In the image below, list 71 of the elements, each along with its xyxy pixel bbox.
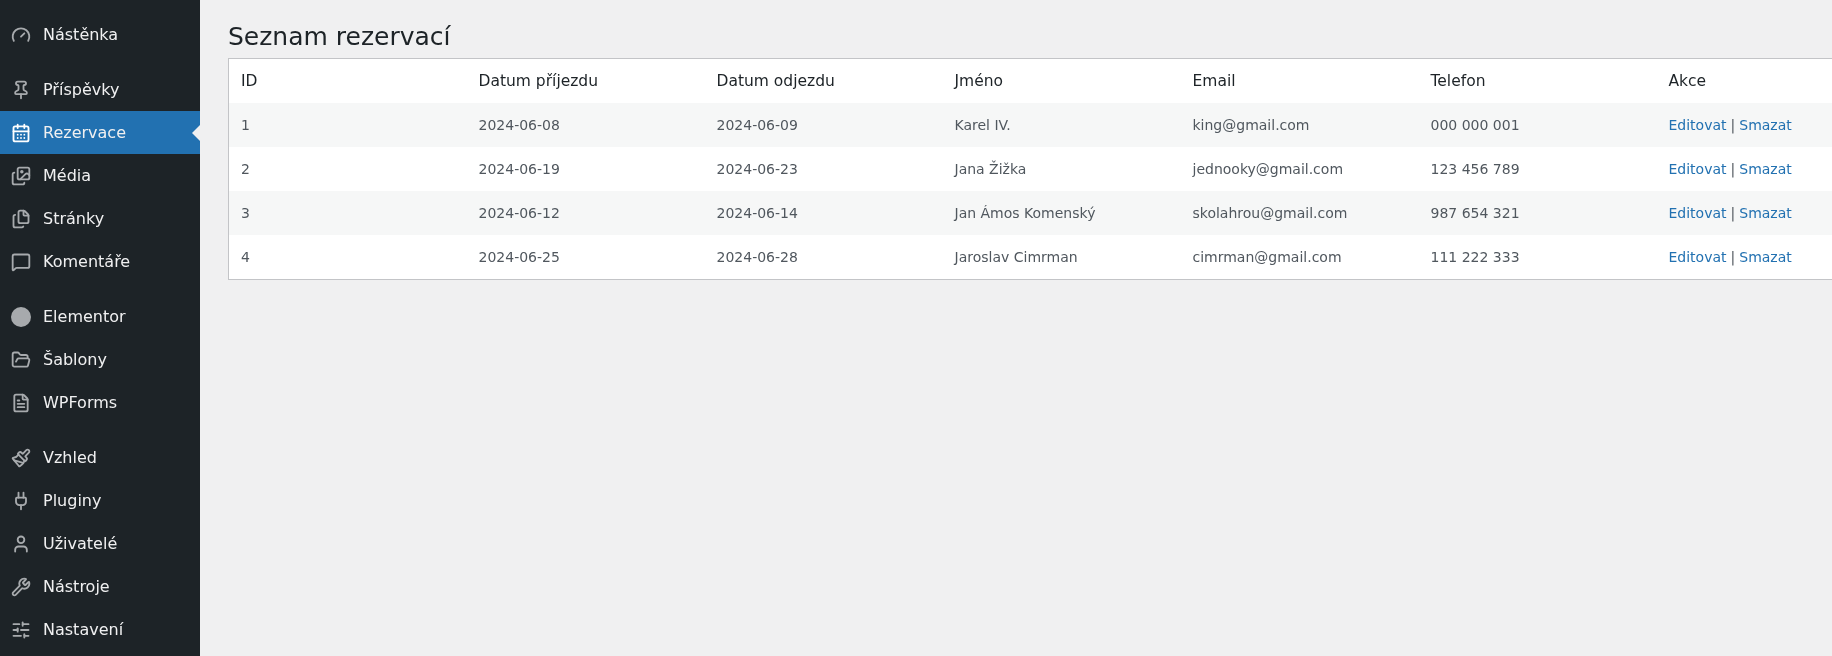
sidebar-item[interactable]: WPForms [0, 381, 200, 424]
table-cell: 2024-06-28 [704, 235, 943, 280]
table-cell: cimrman@gmail.com [1180, 235, 1419, 280]
gauge-icon [11, 24, 31, 45]
table-cell: 000 000 001 [1418, 103, 1657, 147]
sidebar-item[interactable]: Komentáře [0, 240, 200, 283]
separator-text: | [1730, 161, 1736, 177]
column-header: Jméno [942, 58, 1181, 103]
wrench-icon [11, 576, 31, 597]
table-cell: Jan Ámos Komenský [942, 191, 1181, 235]
edit-link[interactable]: Editovat [1668, 161, 1727, 177]
pin-icon [11, 79, 31, 100]
column-header: Datum příjezdu [466, 58, 705, 103]
table-cell: Karel IV. [942, 103, 1181, 147]
folder-icon [11, 349, 31, 370]
table-cell: 987 654 321 [1418, 191, 1657, 235]
table-cell: 1 [228, 103, 467, 147]
sidebar-item[interactable]: Rezervace [0, 111, 200, 154]
sidebar-item[interactable]: Nástroje [0, 565, 200, 608]
table-cell: 3 [228, 191, 467, 235]
table-cell: 4 [228, 235, 467, 280]
current-arrow-icon [192, 124, 200, 141]
page-title: Seznam rezervací [228, 22, 452, 52]
sidebar-item[interactable]: Elementor [0, 295, 200, 338]
table-cell: 2024-06-25 [466, 235, 705, 280]
table-cell: 2024-06-19 [466, 147, 705, 191]
form-icon [11, 392, 31, 413]
calendar-icon [11, 122, 31, 143]
delete-link[interactable]: Smazat [1739, 205, 1792, 221]
separator-text: | [1730, 117, 1736, 133]
table-cell: 2 [228, 147, 467, 191]
sidebar-item[interactable]: Šablony [0, 338, 200, 381]
table-cell: 2024-06-23 [704, 147, 943, 191]
table-cell: 2024-06-09 [704, 103, 943, 147]
speech-bubble-icon [11, 251, 31, 272]
table-cell: Jaroslav Cimrman [942, 235, 1181, 280]
images-icon [11, 165, 31, 186]
edit-link[interactable]: Editovat [1668, 249, 1727, 265]
separator-text: | [1730, 205, 1736, 221]
table-cell: 111 222 333 [1418, 235, 1657, 280]
delete-link[interactable]: Smazat [1739, 249, 1792, 265]
delete-link[interactable]: Smazat [1739, 117, 1792, 133]
column-header: Email [1180, 58, 1419, 103]
edit-link[interactable]: Editovat [1668, 205, 1727, 221]
delete-link[interactable]: Smazat [1739, 161, 1792, 177]
sidebar-item[interactable]: Média [0, 154, 200, 197]
table-cell: skolahrou@gmail.com [1180, 191, 1419, 235]
table-cell: 2024-06-08 [466, 103, 705, 147]
sidebar-item[interactable]: Vzhled [0, 436, 200, 479]
separator-text: | [1730, 249, 1736, 265]
column-header: Akce [1656, 58, 1832, 103]
sidebar-item[interactable]: Stránky [0, 197, 200, 240]
column-header: ID [228, 58, 467, 103]
table-cell: Jana Žižka [942, 147, 1181, 191]
column-header: Datum odjezdu [704, 58, 943, 103]
sidebar-item[interactable]: Uživatelé [0, 522, 200, 565]
edit-link[interactable]: Editovat [1668, 117, 1727, 133]
table-cell: 123 456 789 [1418, 147, 1657, 191]
table-cell: 2024-06-14 [704, 191, 943, 235]
table-cell: king@gmail.com [1180, 103, 1419, 147]
paintbrush-icon [11, 447, 31, 468]
sidebar-item[interactable]: Příspěvky [0, 68, 200, 111]
user-icon [11, 533, 31, 554]
table-cell: 2024-06-12 [466, 191, 705, 235]
sidebar-item[interactable]: Nástěnka [0, 13, 200, 56]
sidebar-item[interactable]: Pluginy [0, 479, 200, 522]
sidebar-item[interactable]: Nastavení [0, 608, 200, 651]
table-cell: jednooky@gmail.com [1180, 147, 1419, 191]
column-header: Telefon [1418, 58, 1657, 103]
pages-icon [11, 208, 31, 229]
sliders-icon [11, 619, 31, 640]
